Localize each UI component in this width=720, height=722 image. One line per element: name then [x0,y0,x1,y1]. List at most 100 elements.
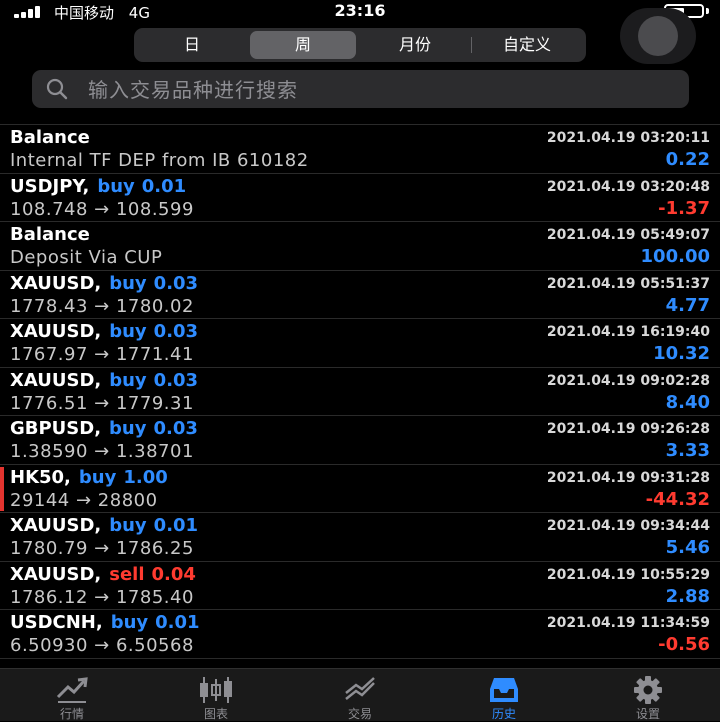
row-title: USDCNH, buy 0.01 [10,612,200,633]
tab-trade-label: 交易 [347,707,372,721]
tab-chart-label: 图表 [203,707,228,721]
row-detail: 1780.79 → 1786.25 [10,538,194,559]
period-tab-month[interactable]: 月份 [360,31,470,59]
row-title: XAUUSD, buy 0.03 [10,273,198,294]
trade-direction: buy [109,272,147,294]
row-title: XAUUSD, buy 0.03 [10,321,198,342]
row-detail: 1.38590 → 1.38701 [10,441,194,462]
row-title: USDJPY, buy 0.01 [10,176,186,197]
row-timestamp: 2021.04.19 10:55:29 [546,566,710,583]
tab-chart[interactable]: 图表 [144,669,288,721]
tab-settings[interactable]: 设置 [576,669,720,721]
trade-icon [345,677,375,700]
row-title: XAUUSD, buy 0.01 [10,515,198,536]
tab-quotes-label: 行情 [59,707,84,721]
symbol-label: GBPUSD, [10,418,102,439]
symbol-label: XAUUSD, [10,369,102,391]
trade-direction: buy [109,369,147,391]
symbol-label: XAUUSD, [10,272,102,294]
period-tab-day[interactable]: 日 [138,31,246,59]
symbol-label: USDCNH, [10,612,103,633]
row-profit: 100.00 [640,246,710,267]
search-icon [46,78,68,100]
row-profit: 10.32 [653,343,710,364]
status-bar: 中国移动 4G 23:16 [0,0,720,24]
symbol-label: Balance [10,224,90,245]
row-profit: 0.22 [665,149,710,170]
row-detail: 108.748 → 108.599 [10,198,194,220]
row-profit: 3.33 [665,440,710,461]
trade-direction: buy [110,612,149,633]
row-title: HK50, buy 1.00 [10,467,168,488]
symbol-label: XAUUSD, [10,563,102,585]
symbol-search-bar[interactable] [32,70,689,110]
trade-volume: 1.00 [123,466,168,488]
trade-volume: 0.01 [141,175,187,197]
row-profit: 5.46 [665,537,710,558]
tab-quotes[interactable]: 行情 [0,669,144,721]
row-timestamp: 2021.04.19 05:49:07 [546,227,710,243]
row-profit: 4.77 [665,294,710,316]
row-detail: 1776.51 → 1779.31 [10,392,194,414]
history-row[interactable]: XAUUSD, sell 0.04 2021.04.19 10:55:29 1786.1… [0,562,720,610]
row-title: Balance [10,127,90,148]
row-timestamp: 2021.04.19 11:34:59 [546,615,710,631]
quotes-icon [56,677,88,703]
history-row[interactable]: HK50, buy 1.00 2021.04.19 09:31:28 29144 → 2… [0,465,720,513]
assistive-touch-button[interactable] [620,8,696,64]
row-timestamp: 2021.04.19 16:19:40 [546,324,710,340]
clock: 23:16 [334,1,386,20]
row-timestamp: 2021.04.19 09:02:28 [546,372,710,389]
row-detail: Internal TF DEP from IB 610182 [10,150,309,171]
history-row[interactable]: USDCNH, buy 0.01 2021.04.19 11:34:59 6.50930… [0,610,720,659]
tab-history[interactable]: 历史 [432,669,576,721]
period-tab-custom[interactable]: 自定义 [472,31,582,59]
trade-direction: buy [78,466,117,488]
row-detail: Deposit Via CUP [10,247,163,268]
history-row[interactable]: XAUUSD, buy 0.03 2021.04.19 05:51:37 1778.43… [0,271,720,319]
history-row[interactable]: GBPUSD, buy 0.03 2021.04.19 09:26:28 1.38590… [0,416,720,465]
trade-direction: buy [97,175,135,197]
row-title: XAUUSD, sell 0.04 [10,564,196,585]
history-row[interactable]: XAUUSD, buy 0.03 2021.04.19 09:02:28 1776.51… [0,368,720,416]
history-icon [490,678,518,702]
row-timestamp: 2021.04.19 05:51:37 [546,275,710,292]
history-list: Balance 2021.04.19 03:20:11 Internal TF DE… [0,124,720,669]
tab-history-label: 历史 [491,707,516,721]
row-profit: -0.56 [658,634,710,655]
history-row[interactable]: XAUUSD, buy 0.03 2021.04.19 16:19:40 1767.97… [0,319,720,368]
search-input[interactable] [86,70,680,110]
row-detail: 1767.97 → 1771.41 [10,344,194,365]
symbol-label: USDJPY, [10,175,90,197]
row-detail: 6.50930 → 6.50568 [10,635,194,656]
history-row[interactable]: Balance 2021.04.19 03:20:11 Internal TF DE… [0,125,720,174]
settings-icon [634,676,662,704]
symbol-label: HK50, [10,466,71,488]
period-segmented-control: 日 周 月份 自定义 [134,28,586,62]
history-row[interactable]: Balance 2021.04.19 05:49:07 Deposit Via CU… [0,222,720,271]
tab-trade[interactable]: 交易 [288,669,432,721]
row-title: Balance [10,224,90,245]
symbol-label: XAUUSD, [10,515,102,536]
trade-volume: 0.03 [153,418,198,439]
row-profit: -1.37 [658,197,710,219]
trade-volume: 0.03 [153,272,199,294]
symbol-label: Balance [10,127,90,148]
battery-tip [706,8,709,14]
symbol-label: XAUUSD, [10,321,102,342]
tab-settings-label: 设置 [635,707,660,721]
row-timestamp: 2021.04.19 09:26:28 [546,421,710,437]
row-detail: 1778.43 → 1780.02 [10,295,194,317]
row-timestamp: 2021.04.19 03:20:11 [546,130,710,146]
period-tab-week[interactable]: 周 [250,31,356,59]
row-profit: -44.32 [645,488,710,510]
chart-icon [200,677,232,703]
trade-volume: 0.01 [153,515,199,536]
history-row[interactable]: XAUUSD, buy 0.01 2021.04.19 09:34:44 1780.79… [0,513,720,562]
trade-direction: buy [109,515,147,536]
trade-direction: buy [109,321,147,342]
history-row[interactable]: USDJPY, buy 0.01 2021.04.19 03:20:48 108.748… [0,174,720,222]
row-title: XAUUSD, buy 0.03 [10,370,198,391]
trade-direction: buy [109,418,147,439]
trade-volume: 0.03 [153,369,199,391]
